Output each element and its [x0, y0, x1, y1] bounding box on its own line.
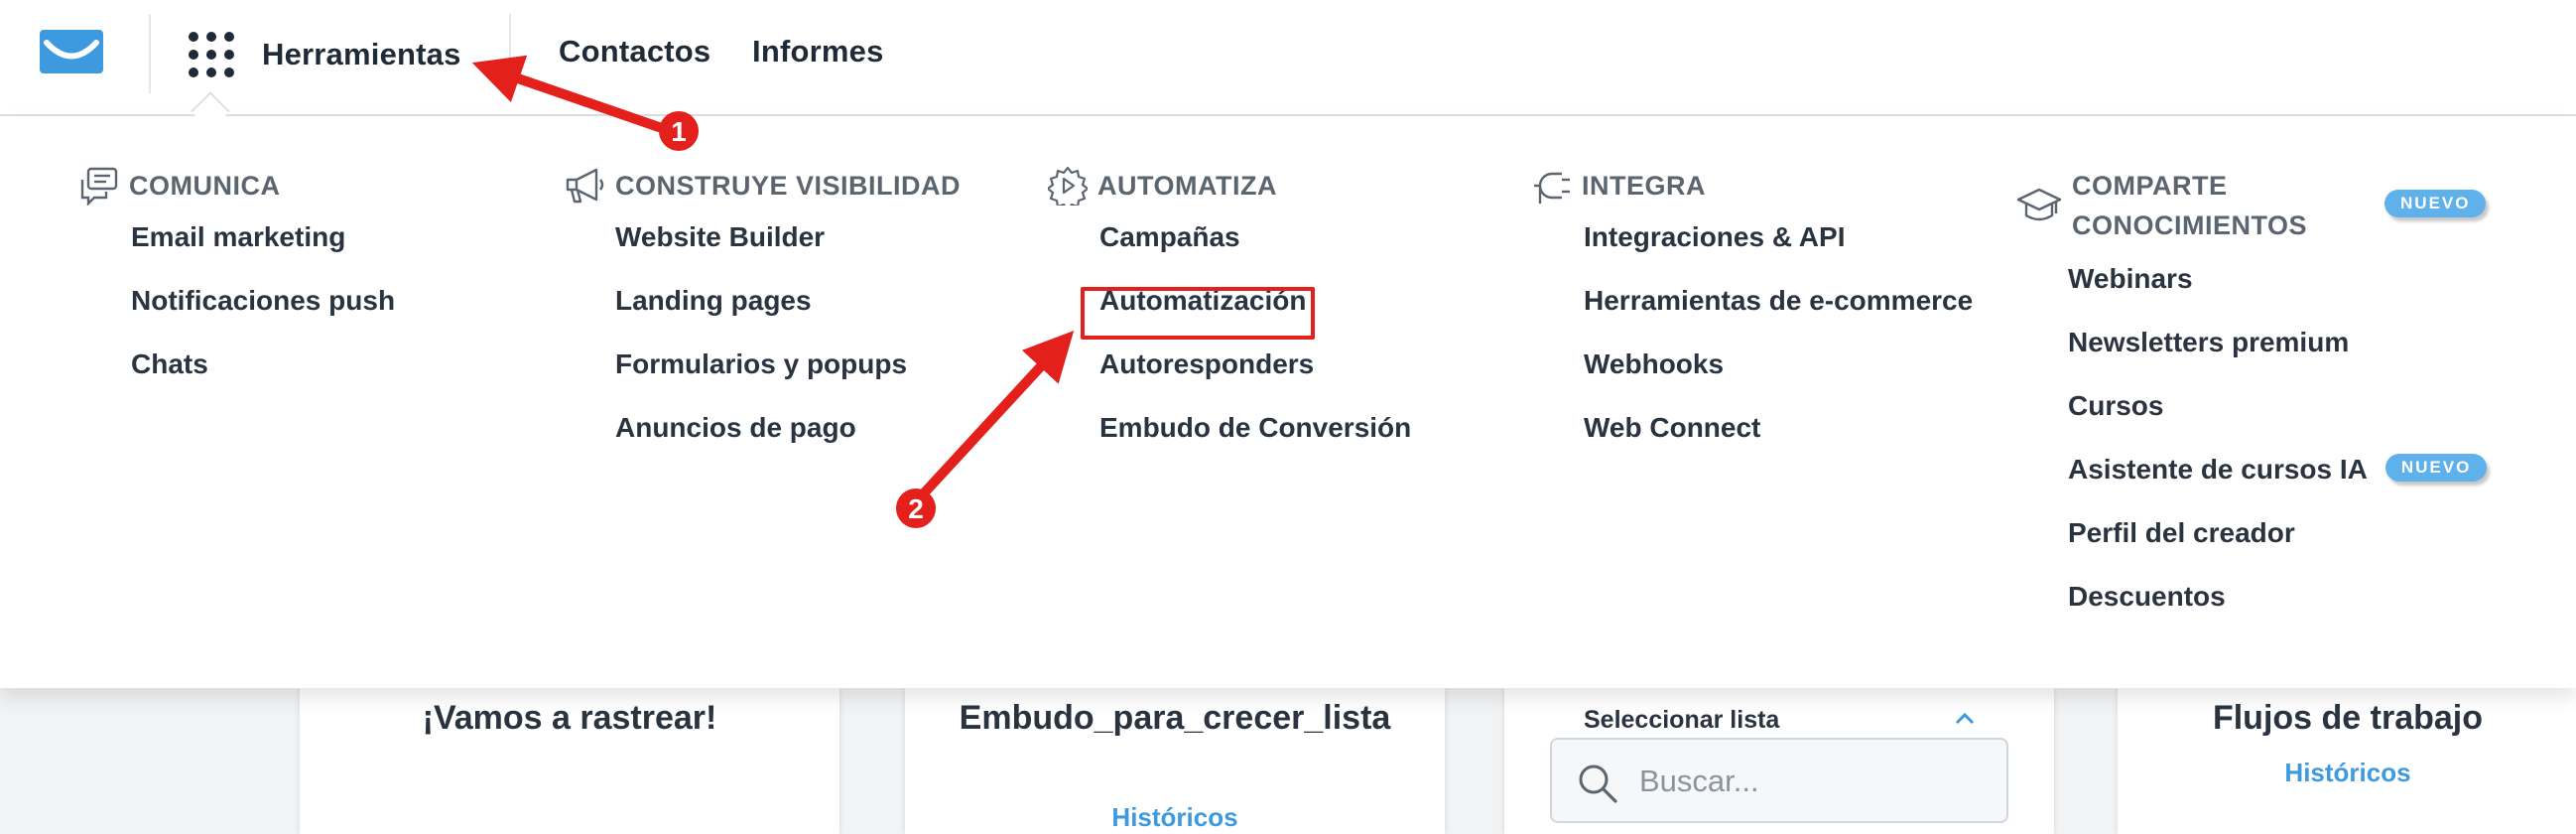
search-input[interactable]: [1637, 758, 1979, 805]
menu-item-integrations-api[interactable]: Integraciones & API: [1584, 217, 1973, 281]
tools-menu-label: Herramientas: [262, 37, 461, 71]
tools-mega-menu: COMUNICA Email marketing Notificaciones …: [0, 116, 2576, 688]
menu-column-title: INTEGRA: [1582, 171, 1706, 201]
card-title: Flujos de trabajo: [2212, 699, 2484, 737]
menu-item-ai-course-assistant[interactable]: Asistente de cursos IA NUEVO: [2068, 450, 2488, 513]
apps-grid-icon: [189, 32, 234, 77]
nav-reports-link[interactable]: Informes: [752, 34, 884, 70]
search-field[interactable]: [1550, 738, 2008, 823]
plug-icon: [1534, 172, 1570, 204]
menu-column-header: COMPARTE CONOCIMIENTOS NUEVO: [2016, 166, 2487, 245]
menu-item-forms-popups[interactable]: Formularios y popups: [615, 345, 961, 408]
gear-play-icon: [1048, 166, 1088, 206]
card-title: ¡Vamos a rastrear!: [422, 699, 717, 737]
menu-item-creator-profile[interactable]: Perfil del creador: [2068, 513, 2487, 577]
menu-item-email-marketing[interactable]: Email marketing: [131, 217, 395, 281]
menu-item-push-notifications[interactable]: Notificaciones push: [131, 281, 395, 345]
new-badge: NUEVO: [2384, 454, 2488, 482]
menu-column-title-line1: COMPARTE: [2072, 171, 2228, 201]
history-link[interactable]: Históricos: [905, 802, 1445, 833]
menu-item-discounts[interactable]: Descuentos: [2068, 577, 2487, 640]
list-selector-panel: Seleccionar lista: [1504, 688, 2054, 834]
nav-contacts-link[interactable]: Contactos: [559, 34, 710, 70]
chevron-up-icon[interactable]: [1955, 712, 1975, 726]
workflow-card[interactable]: Flujos de trabajo Históricos: [2118, 688, 2576, 834]
menu-column-header: CONSTRUYE VISIBILIDAD: [564, 166, 961, 206]
menu-item-webinars[interactable]: Webinars: [2068, 259, 2487, 323]
chat-bubbles-icon: [80, 167, 118, 206]
megaphone-icon: [566, 168, 604, 204]
menu-column-comparte-conocimientos: COMPARTE CONOCIMIENTOS NUEVO Webinars Ne…: [2016, 166, 2488, 640]
envelope-logo-icon[interactable]: [40, 30, 103, 73]
menu-column-title: COMUNICA: [129, 171, 281, 201]
menu-item-chats[interactable]: Chats: [131, 345, 395, 408]
menu-item-web-connect[interactable]: Web Connect: [1584, 408, 1973, 472]
search-icon: [1579, 764, 1617, 803]
menu-column-integra: INTEGRA Integraciones & API Herramientas…: [1532, 166, 1973, 472]
menu-column-automatiza: AUTOMATIZA Campañas Automatización Autor…: [1048, 166, 1411, 472]
workflow-card[interactable]: Embudo_para_crecer_lista Históricos: [905, 688, 1445, 834]
menu-item-premium-newsletters[interactable]: Newsletters premium: [2068, 323, 2487, 386]
menu-column-header: INTEGRA: [1532, 166, 1973, 206]
graduation-cap-icon: [2016, 188, 2062, 221]
top-navigation: Herramientas Contactos Informes: [0, 0, 2576, 116]
menu-item-automation[interactable]: Automatización: [1099, 281, 1411, 345]
new-badge: NUEVO: [2384, 190, 2487, 217]
tools-menu-button[interactable]: Herramientas: [189, 24, 461, 85]
menu-item-webhooks[interactable]: Webhooks: [1584, 345, 1973, 408]
nav-divider: [149, 14, 151, 93]
menu-column-title: CONSTRUYE VISIBILIDAD: [615, 171, 962, 201]
menu-column-header: COMUNICA: [79, 166, 395, 206]
menu-item-paid-ads[interactable]: Anuncios de pago: [615, 408, 961, 472]
menu-column-comunica: COMUNICA Email marketing Notificaciones …: [79, 166, 395, 408]
history-link[interactable]: Históricos: [2038, 758, 2576, 788]
menu-item-campaigns[interactable]: Campañas: [1099, 217, 1411, 281]
nav-divider: [509, 14, 511, 93]
menu-column-title-line2: CONOCIMIENTOS: [2072, 210, 2308, 240]
menu-item-ecommerce-tools[interactable]: Herramientas de e-commerce: [1584, 281, 1973, 345]
menu-item-conversion-funnel[interactable]: Embudo de Conversión: [1099, 408, 1411, 472]
menu-item-autoresponders[interactable]: Autoresponders: [1099, 345, 1411, 408]
menu-column-header: AUTOMATIZA: [1048, 166, 1411, 206]
menu-column-title: AUTOMATIZA: [1097, 171, 1277, 201]
menu-column-construye-visibilidad: CONSTRUYE VISIBILIDAD Website Builder La…: [564, 166, 961, 472]
menu-item-website-builder[interactable]: Website Builder: [615, 217, 961, 281]
card-title: Embudo_para_crecer_lista: [959, 699, 1391, 737]
select-list-label[interactable]: Seleccionar lista: [1584, 706, 1779, 735]
menu-item-courses[interactable]: Cursos: [2068, 386, 2487, 450]
workflow-card[interactable]: ¡Vamos a rastrear!: [300, 688, 839, 834]
page-background: ¡Vamos a rastrear! Embudo_para_crecer_li…: [0, 688, 2576, 834]
menu-item-landing-pages[interactable]: Landing pages: [615, 281, 961, 345]
menu-item-label: Asistente de cursos IA: [2068, 454, 2368, 485]
